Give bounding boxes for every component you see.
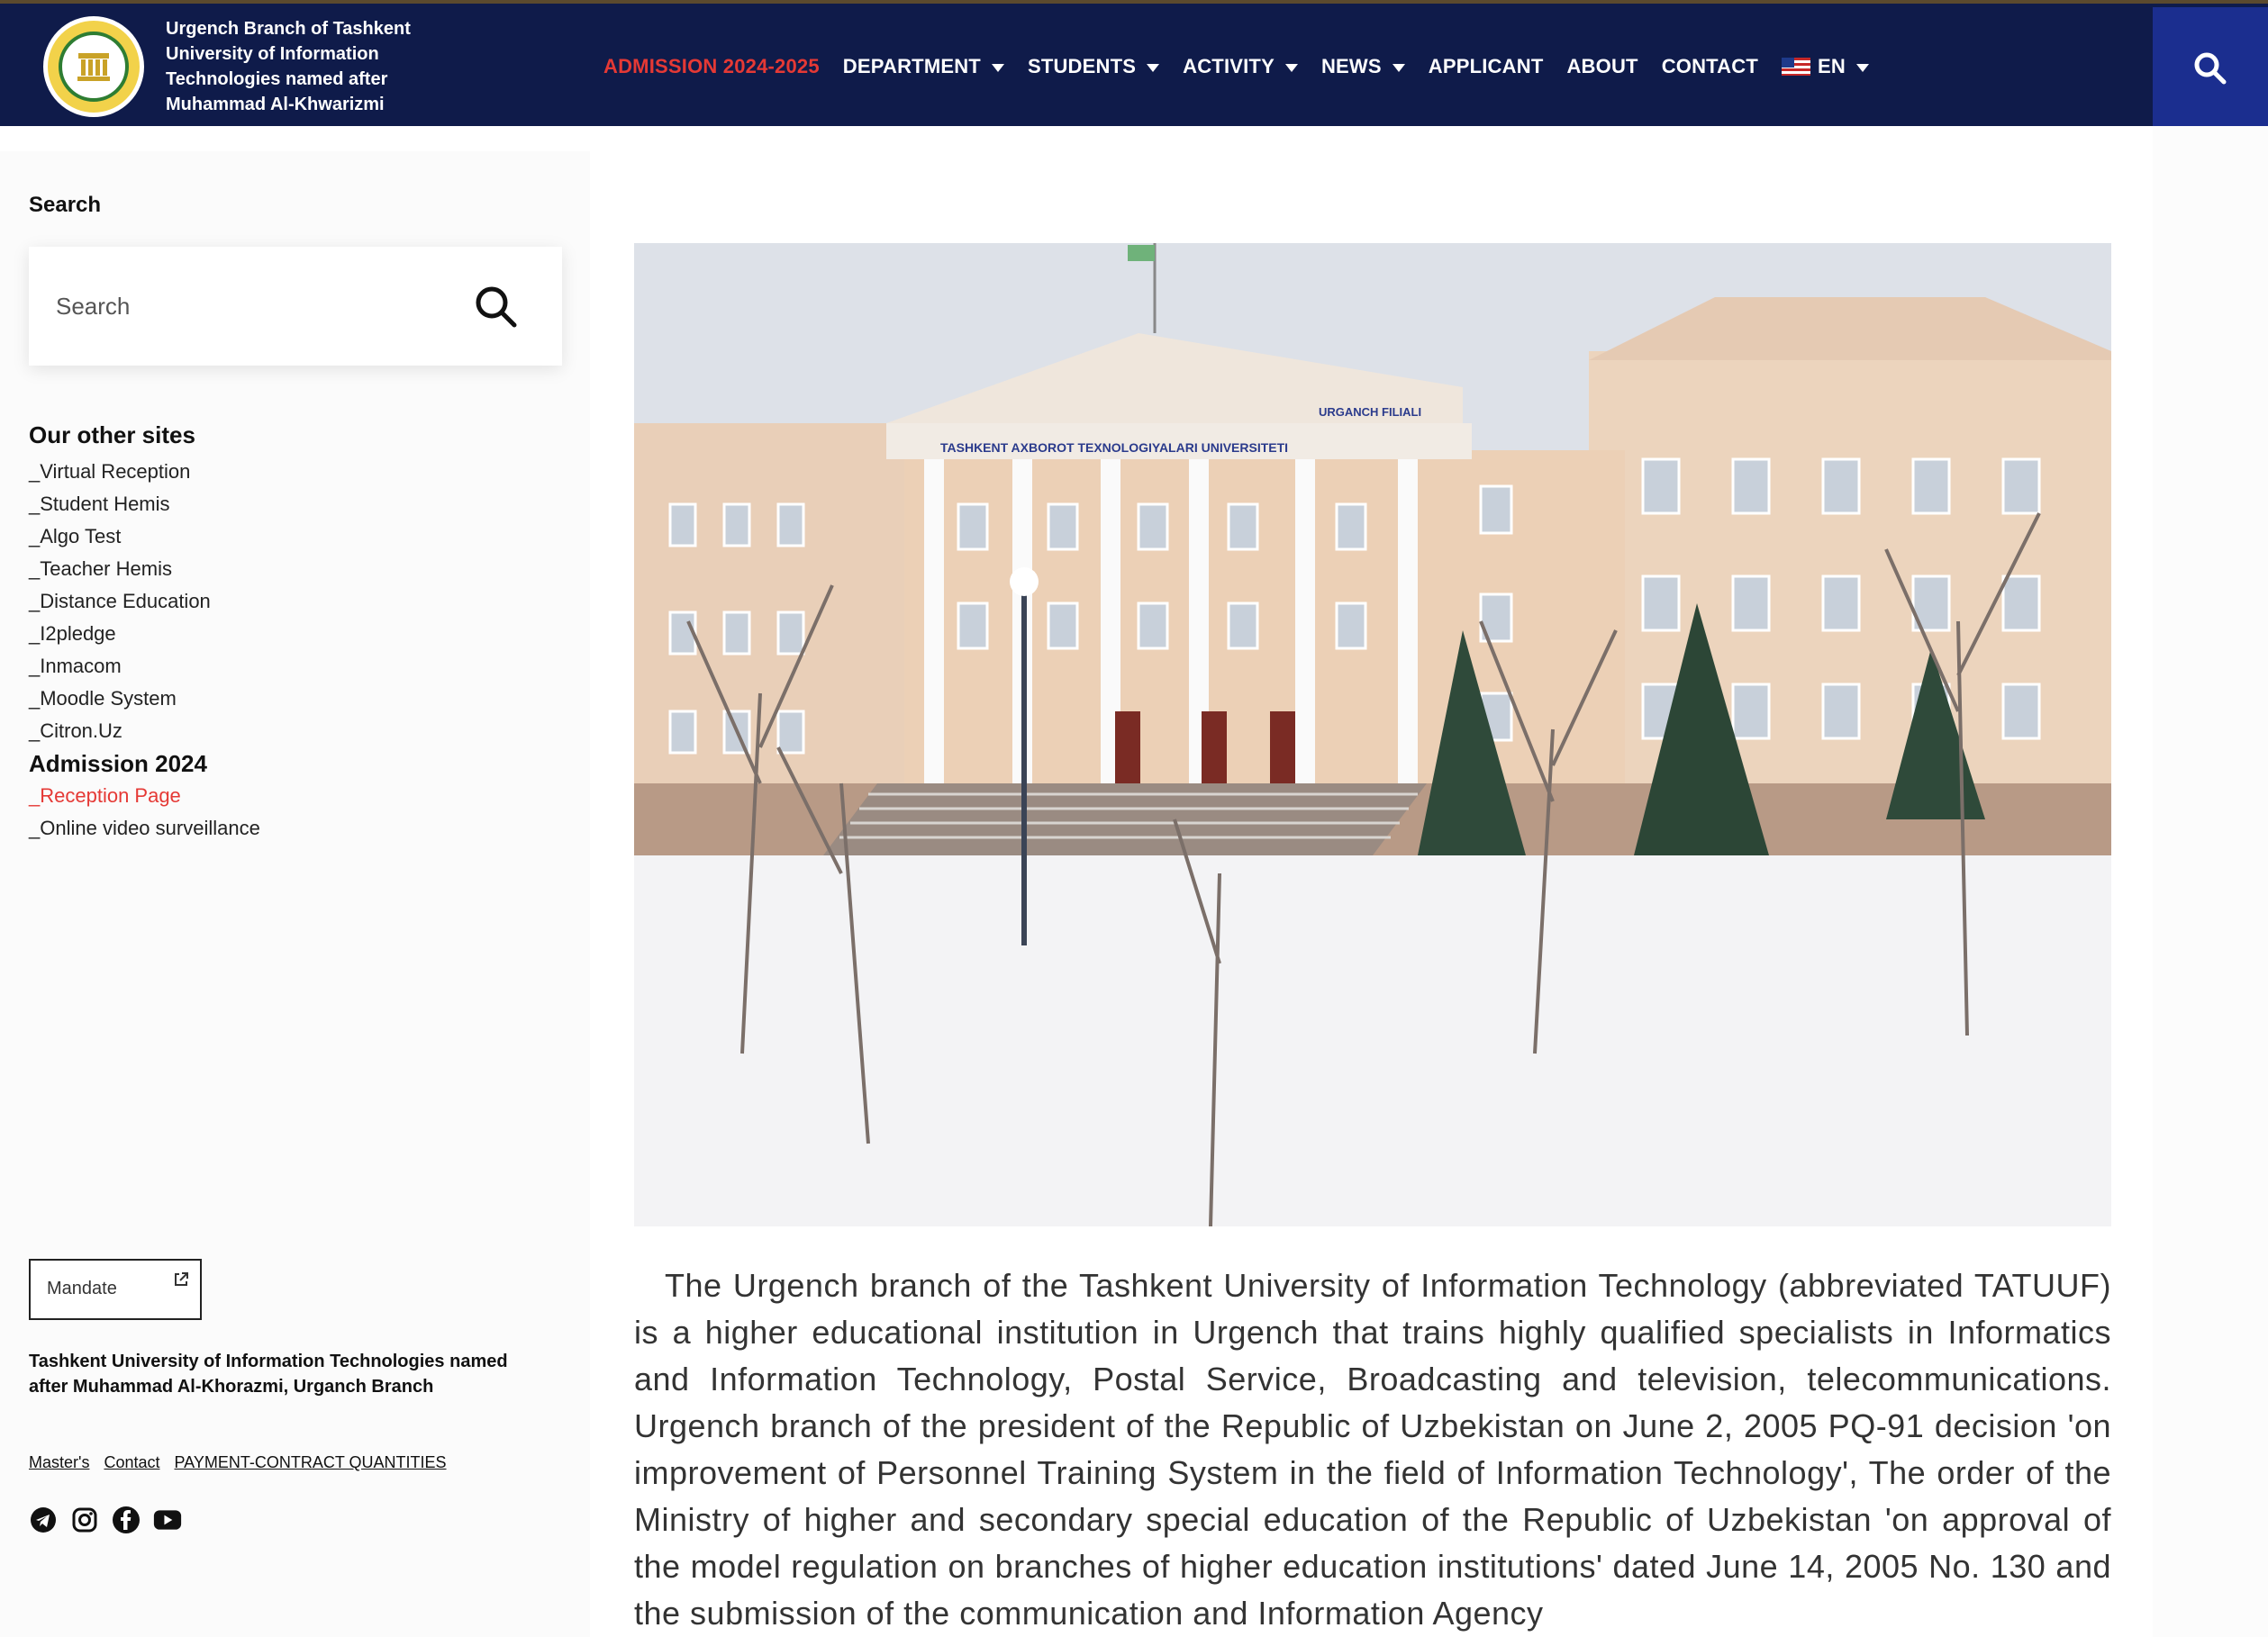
site-link-teacher-hemis[interactable]: _Teacher Hemis: [29, 553, 260, 585]
footer-link-payment-contract[interactable]: PAYMENT-CONTRACT QUANTITIES: [175, 1453, 447, 1472]
site-link-inmacom[interactable]: _Inmacom: [29, 650, 260, 683]
caret-down-icon: [991, 63, 1004, 72]
external-link-icon: [175, 1272, 188, 1286]
caret-down-icon: [1147, 63, 1160, 72]
us-flag-icon: [1782, 58, 1810, 76]
nav-label: ACTIVITY: [1183, 55, 1275, 77]
nav-label: CONTACT: [1661, 55, 1758, 77]
language-label: EN: [1818, 55, 1846, 77]
nav-item-students[interactable]: STUDENTS: [1027, 55, 1160, 78]
sidebar-search: [29, 247, 562, 366]
nav-item-news[interactable]: NEWS: [1321, 55, 1405, 78]
brand-name[interactable]: Urgench Branch of Tashkent University of…: [166, 16, 427, 117]
nav-label: DEPARTMENT: [842, 55, 981, 77]
youtube-icon[interactable]: [153, 1506, 182, 1534]
instagram-icon[interactable]: [70, 1506, 99, 1534]
pillars-icon: [77, 53, 110, 81]
main-menu: ADMISSION 2024-2025 DEPARTMENT STUDENTS …: [603, 4, 1892, 130]
mandate-button[interactable]: Mandate: [29, 1259, 202, 1320]
brand-line-2: University of Information: [166, 44, 379, 64]
main-content: TASHKENT AXBOROT TEXNOLOGIYALARI UNIVERS…: [590, 126, 2153, 1637]
footer-organization-name: Tashkent University of Information Techn…: [29, 1352, 508, 1397]
nav-item-activity[interactable]: ACTIVITY: [1183, 55, 1298, 78]
telegram-icon[interactable]: [29, 1506, 58, 1534]
language-switcher[interactable]: EN: [1782, 55, 1869, 78]
about-paragraph: The Urgench branch of the Tashkent Unive…: [634, 1267, 2111, 1632]
video-surveillance-link[interactable]: _Online video surveillance: [29, 812, 260, 845]
nav-item-department[interactable]: DEPARTMENT: [843, 55, 1004, 78]
sidebar: Search Our other sites _Virtual Receptio…: [0, 151, 590, 1637]
nav-label: APPLICANT: [1428, 55, 1544, 77]
site-link-i2pledge[interactable]: _I2pledge: [29, 618, 260, 650]
search-icon[interactable]: [472, 283, 521, 331]
search-input[interactable]: [56, 286, 452, 326]
building-sign-right: URGANCH FILIALI: [1319, 405, 1421, 419]
nav-label: ABOUT: [1566, 55, 1638, 77]
site-link-distance-education[interactable]: _Distance Education: [29, 585, 260, 618]
admission-title: Admission 2024: [29, 750, 207, 777]
brand-line-4: Muhammad Al-Khwarizmi: [166, 95, 385, 114]
building-illustration: TASHKENT AXBOROT TEXNOLOGIYALARI UNIVERS…: [634, 243, 2111, 1226]
right-margin: [2153, 126, 2268, 1637]
nav-label: ADMISSION 2024-2025: [603, 55, 820, 77]
building-sign-left: TASHKENT AXBOROT TEXNOLOGIYALARI UNIVERS…: [940, 440, 1288, 455]
header-search-button[interactable]: [2153, 7, 2268, 130]
reception-page-link[interactable]: _Reception Page: [29, 780, 260, 812]
nav-item-admission[interactable]: ADMISSION 2024-2025: [603, 55, 820, 78]
other-sites-title: Our other sites: [29, 421, 195, 448]
footer-links: Master's Contact PAYMENT-CONTRACT QUANTI…: [29, 1453, 461, 1472]
site-link-algo-test[interactable]: _Algo Test: [29, 520, 260, 553]
site-link-citron[interactable]: _Citron.Uz: [29, 715, 260, 747]
facebook-icon[interactable]: [112, 1506, 141, 1534]
brand-line-1: Urgench Branch of Tashkent: [166, 19, 411, 39]
nav-item-applicant[interactable]: APPLICANT: [1429, 55, 1544, 78]
other-sites-list: _Virtual Reception _Student Hemis _Algo …: [29, 456, 260, 845]
search-title: Search: [29, 193, 102, 217]
nav-label: NEWS: [1320, 55, 1382, 77]
footer-link-masters[interactable]: Master's: [29, 1453, 89, 1472]
search-icon: [2194, 52, 2227, 85]
university-building-photo: TASHKENT AXBOROT TEXNOLOGIYALARI UNIVERS…: [634, 243, 2111, 1226]
caret-down-icon: [1392, 63, 1405, 72]
site-link-moodle-system[interactable]: _Moodle System: [29, 683, 260, 715]
social-links: [29, 1506, 195, 1534]
logo-emblem: [59, 32, 129, 102]
site-link-virtual-reception[interactable]: _Virtual Reception: [29, 456, 260, 488]
brand-line-3: Technologies named after: [166, 69, 388, 89]
site-link-student-hemis[interactable]: _Student Hemis: [29, 488, 260, 520]
footer-link-contact[interactable]: Contact: [104, 1453, 159, 1472]
nav-item-contact[interactable]: CONTACT: [1662, 55, 1758, 78]
nav-label: STUDENTS: [1027, 55, 1137, 77]
nav-item-about[interactable]: ABOUT: [1566, 55, 1637, 78]
caret-down-icon: [1284, 63, 1298, 72]
mandate-label: Mandate: [47, 1279, 117, 1298]
caret-down-icon: [1855, 63, 1869, 72]
top-navbar: Urgench Branch of Tashkent University of…: [0, 0, 2268, 130]
university-logo[interactable]: [43, 16, 144, 117]
